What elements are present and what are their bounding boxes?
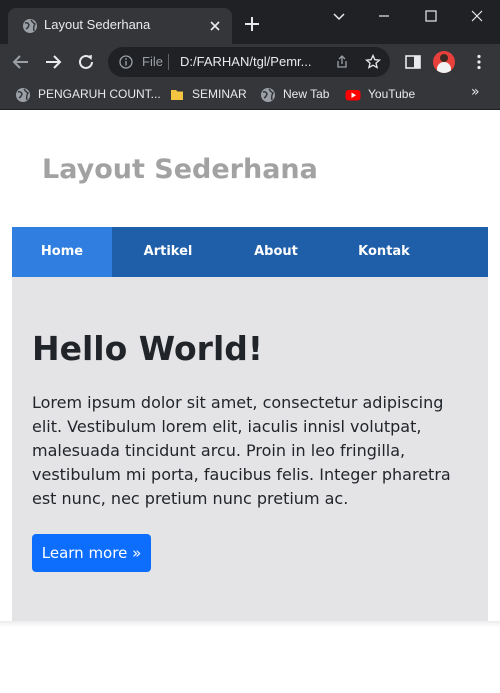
profile-avatar[interactable] [433,51,455,73]
forward-arrow-icon[interactable] [43,52,63,72]
nav-item-artikel[interactable]: Artikel [112,227,224,277]
more-menu-icon[interactable] [470,53,488,71]
main-navbar: Home Artikel About Kontak [12,227,488,277]
globe-icon [16,88,30,102]
bookmark-label: YouTube [368,87,416,101]
url-text[interactable]: D:/FARHAN/tgl/Pemr... [180,54,311,69]
share-icon[interactable] [334,54,350,70]
hero-heading: Hello World! [32,329,263,368]
bookmark-star-icon[interactable] [365,54,381,70]
bookmarks-overflow-chevron[interactable]: » [471,84,485,102]
learn-more-button[interactable]: Learn more » [32,534,151,572]
content-bottom-shadow [0,621,500,627]
new-tab-icon[interactable] [244,16,260,32]
nav-item-kontak[interactable]: Kontak [328,227,440,277]
info-icon[interactable] [119,55,133,69]
reload-icon[interactable] [76,52,96,72]
back-arrow-icon[interactable] [11,52,31,72]
folder-icon [171,90,183,100]
browser-tab[interactable]: Layout Sederhana [8,8,232,44]
browser-toolbar: File D:/FARHAN/tgl/Pemr... [0,44,500,80]
hero-jumbotron: Hello World! Lorem ipsum dolor sit amet,… [12,277,488,621]
bookmark-label: PENGARUH COUNT... [38,87,161,101]
tab-search-chevron-icon[interactable] [331,8,347,24]
browser-titlebar: Layout Sederhana [0,0,500,44]
maximize-icon[interactable] [423,8,439,24]
scheme-label: File [142,54,163,69]
avatar-head [440,54,448,62]
side-panel-icon[interactable] [404,53,422,71]
bookmark-label: New Tab [283,87,330,101]
avatar-body [437,62,451,73]
address-bar[interactable]: File D:/FARHAN/tgl/Pemr... [108,47,390,77]
minimize-icon[interactable] [376,8,392,24]
hero-text: Lorem ipsum dolor sit amet, consectetur … [32,393,451,508]
tab-title: Layout Sederhana [44,17,151,32]
close-tab-icon[interactable] [208,19,222,33]
youtube-icon [345,90,361,101]
bookmark-label: SEMINAR [192,87,247,101]
bookmarks-bar: PENGARUH COUNT... SEMINAR New Tab YouTub… [0,80,500,110]
nav-item-about[interactable]: About [224,227,328,277]
nav-item-home[interactable]: Home [12,227,112,277]
close-window-icon[interactable] [469,8,485,24]
site-title: Layout Sederhana [42,154,318,185]
globe-icon [261,88,275,102]
page-viewport: Layout Sederhana Home Artikel About Kont… [0,111,500,693]
address-divider [168,54,169,70]
globe-icon [23,19,37,33]
